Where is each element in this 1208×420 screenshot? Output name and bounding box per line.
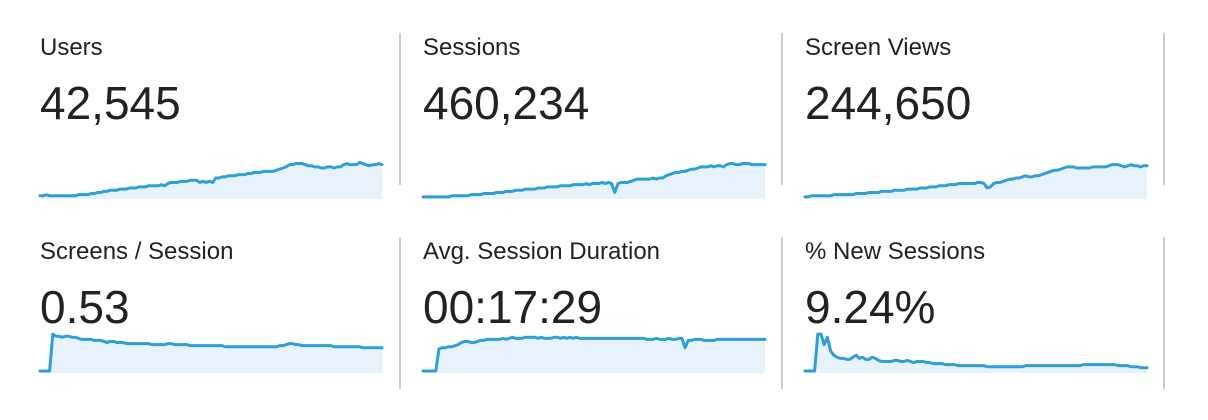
metric-tile-avg-session-duration[interactable]: Avg. Session Duration 00:17:29 <box>421 237 785 397</box>
divider <box>781 33 783 185</box>
metric-tile-screen-views[interactable]: Screen Views 244,650 <box>803 33 1167 199</box>
metric-tile-screens-per-session[interactable]: Screens / Session 0.53 <box>38 237 402 397</box>
metric-value: 0.53 <box>40 281 130 333</box>
metric-label: Users <box>40 34 103 61</box>
metrics-overview: Users 42,545 Sessions 460,234 Screen Vie… <box>0 0 1208 420</box>
sparkline-avg-session-duration <box>421 335 767 373</box>
sparkline-screens-per-session <box>38 332 384 373</box>
metric-value: 00:17:29 <box>423 281 603 333</box>
metric-value: 460,234 <box>423 77 590 129</box>
divider <box>399 33 401 185</box>
sparkline-new-sessions <box>803 332 1149 373</box>
metric-tile-users[interactable]: Users 42,545 <box>38 33 402 199</box>
sparkline-sessions <box>421 162 767 199</box>
metric-label: Screen Views <box>805 34 952 61</box>
metric-tile-sessions[interactable]: Sessions 460,234 <box>421 33 785 199</box>
sparkline-users <box>38 160 384 199</box>
metric-label: % New Sessions <box>805 238 986 265</box>
divider <box>1163 237 1165 389</box>
divider <box>399 237 401 389</box>
metric-value: 9.24% <box>805 281 936 333</box>
metric-label: Avg. Session Duration <box>423 238 661 265</box>
metric-tile-new-sessions[interactable]: % New Sessions 9.24% <box>803 237 1167 397</box>
sparkline-screen-views <box>803 163 1149 199</box>
metric-label: Screens / Session <box>40 238 234 265</box>
divider <box>1163 33 1165 185</box>
divider <box>781 237 783 389</box>
metric-label: Sessions <box>423 34 521 61</box>
metric-value: 244,650 <box>805 77 972 129</box>
metric-value: 42,545 <box>40 77 181 129</box>
